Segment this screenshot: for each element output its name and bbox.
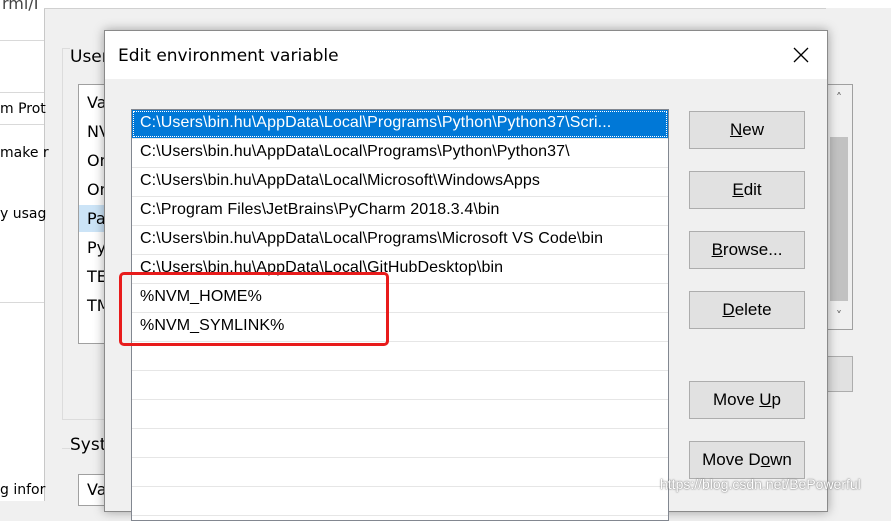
button-accelerator: U (759, 390, 772, 409)
path-row[interactable]: C:\Program Files\JetBrains\PyCharm 2018.… (132, 197, 668, 226)
dialog-title: Edit environment variable (118, 46, 339, 66)
edit-environment-variable-dialog: Edit environment variable C:\Users\bin.h… (104, 30, 828, 521)
background-window-left-panel: rml/I m Prot make r y usag g infor (0, 0, 49, 501)
background-window-top-strip (44, 0, 891, 9)
path-row[interactable]: C:\Users\bin.hu\AppData\Local\Programs\M… (132, 226, 668, 255)
new-button[interactable]: New (689, 111, 805, 149)
path-row[interactable]: C:\Users\bin.hu\AppData\Local\GitHubDesk… (132, 255, 668, 284)
path-row-empty[interactable] (132, 429, 668, 458)
bg-fragment-info: g infor (0, 482, 46, 498)
button-label: p (771, 390, 782, 409)
path-entry: C:\Users\bin.hu\AppData\Local\Microsoft\… (140, 172, 540, 189)
button-accelerator: B (711, 240, 723, 259)
user-variables-label: User (70, 47, 109, 67)
user-var-item[interactable]: Pa (87, 209, 106, 228)
bg-fragment-make: make r (0, 145, 49, 161)
path-row[interactable]: %NVM_SYMLINK% (132, 313, 668, 342)
path-row-empty[interactable] (132, 371, 668, 400)
button-label: Move (712, 390, 760, 409)
path-entry: C:\Users\bin.hu\AppData\Local\Programs\P… (140, 143, 570, 160)
path-row-empty[interactable] (132, 342, 668, 371)
button-label: Move D (702, 450, 761, 469)
scroll-down-icon[interactable]: ˅ (826, 309, 852, 323)
button-accelerator: E (732, 180, 744, 199)
close-button[interactable] (781, 37, 821, 73)
scroll-up-icon[interactable]: ˄ (826, 91, 852, 105)
button-label: dit (743, 180, 762, 199)
dialog-body: C:\Users\bin.hu\AppData\Local\Programs\P… (105, 79, 827, 521)
edit-button[interactable]: Edit (689, 171, 805, 209)
path-row-selected[interactable]: C:\Users\bin.hu\AppData\Local\Programs\P… (132, 110, 668, 139)
path-entry: C:\Users\bin.hu\AppData\Local\Programs\M… (140, 230, 604, 247)
path-entry: %NVM_HOME% (140, 288, 262, 305)
background-button[interactable] (826, 356, 853, 392)
path-row-empty[interactable] (132, 487, 668, 516)
move-up-button[interactable]: Move Up (689, 381, 805, 419)
path-row[interactable]: C:\Users\bin.hu\AppData\Local\Programs\P… (132, 139, 668, 168)
move-down-button[interactable]: Move Down (689, 441, 805, 479)
user-variables-scrollbar[interactable]: ˄ ˅ (826, 84, 853, 330)
close-icon (793, 47, 809, 63)
watermark: https://blog.csdn.net/BePowerful (660, 476, 861, 492)
button-label: elete (734, 300, 772, 319)
bg-divider (0, 302, 44, 303)
bg-divider (0, 40, 44, 41)
path-row[interactable]: C:\Users\bin.hu\AppData\Local\Microsoft\… (132, 168, 668, 197)
path-list[interactable]: C:\Users\bin.hu\AppData\Local\Programs\P… (131, 109, 669, 521)
bg-fragment-usage: y usag (0, 206, 47, 222)
bg-divider (0, 124, 44, 125)
delete-button[interactable]: Delete (689, 291, 805, 329)
button-label: wn (770, 450, 792, 469)
bg-divider (0, 92, 44, 93)
button-accelerator: o (760, 450, 771, 469)
button-label: rowse... (722, 240, 783, 259)
button-accelerator: N (729, 120, 743, 139)
path-entry: C:\Users\bin.hu\AppData\Local\Programs\P… (140, 114, 612, 131)
bg-fragment-title: rml/I (2, 0, 39, 13)
bg-fragment-protocol: m Prot (0, 101, 46, 117)
path-row-empty[interactable] (132, 400, 668, 429)
browse-button[interactable]: Browse... (689, 231, 805, 269)
button-accelerator: D (722, 300, 735, 319)
scrollbar-thumb[interactable] (830, 137, 848, 301)
button-label: ew (742, 120, 764, 139)
path-entry: C:\Program Files\JetBrains\PyCharm 2018.… (140, 201, 500, 218)
dialog-titlebar: Edit environment variable (105, 31, 827, 79)
path-row-empty[interactable] (132, 458, 668, 487)
path-entry: %NVM_SYMLINK% (140, 317, 285, 334)
path-row[interactable]: %NVM_HOME% (132, 284, 668, 313)
path-entry: C:\Users\bin.hu\AppData\Local\GitHubDesk… (140, 259, 504, 276)
